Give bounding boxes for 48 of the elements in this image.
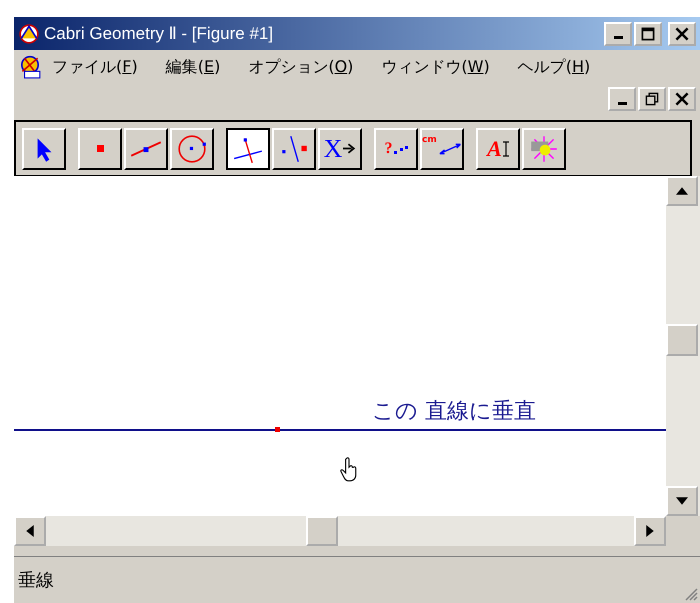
unit-label: cm xyxy=(422,136,437,144)
close-button[interactable] xyxy=(668,22,696,46)
menu-item[interactable]: ウィンドウ(W) xyxy=(381,56,490,78)
document-figure-icon xyxy=(18,55,42,79)
right-arrow-icon xyxy=(343,143,356,154)
maximize-icon xyxy=(641,26,655,40)
circle-icon xyxy=(176,132,208,164)
restore-icon xyxy=(645,92,659,106)
maximize-button[interactable] xyxy=(634,22,662,46)
double-arrow-icon xyxy=(438,142,462,156)
document-close-button[interactable] xyxy=(668,87,696,111)
question-mark-label: ? xyxy=(384,140,392,156)
minimize-icon xyxy=(614,36,622,39)
document-restore-button[interactable] xyxy=(638,87,666,111)
text-cursor-icon xyxy=(502,140,509,156)
line-hint-label: この 直線に垂直 xyxy=(372,398,536,426)
tool-button[interactable]: X xyxy=(318,128,362,170)
close-icon xyxy=(675,26,689,40)
scroll-left-button[interactable] xyxy=(14,516,46,546)
scroll-thumb[interactable] xyxy=(666,324,698,356)
text-tool-label: A xyxy=(487,138,502,160)
close-icon xyxy=(675,92,689,106)
resize-grip-icon xyxy=(684,587,698,601)
line-segment-icon xyxy=(130,140,162,156)
right-arrow-icon xyxy=(646,525,654,537)
point-icon xyxy=(96,145,104,152)
scroll-up-button[interactable] xyxy=(666,176,698,206)
menu-item[interactable]: ヘルプ(H) xyxy=(518,56,590,78)
minimize-button[interactable] xyxy=(604,22,632,46)
macro-tool-label: X xyxy=(324,136,342,162)
menu-item[interactable]: ファイル(F) xyxy=(52,56,138,78)
document-minimize-button[interactable] xyxy=(608,87,636,111)
down-arrow-icon xyxy=(676,497,688,505)
hand-pointer-icon xyxy=(340,457,358,482)
left-arrow-icon xyxy=(26,525,34,537)
compass-circle-icon xyxy=(18,22,40,44)
window-title: Cabri Geometry Ⅱ - [Figure #1] xyxy=(44,23,274,44)
status-text: 垂線 xyxy=(18,569,54,592)
minimize-icon xyxy=(618,102,626,104)
scroll-down-button[interactable] xyxy=(666,486,698,516)
menu-item[interactable]: 編集(E) xyxy=(166,56,220,78)
menu-item[interactable]: オプション(O) xyxy=(248,56,354,78)
scroll-right-button[interactable] xyxy=(634,516,666,546)
scroll-thumb[interactable] xyxy=(306,516,338,546)
tool-button[interactable] xyxy=(226,128,270,170)
horizontal-scrollbar[interactable] xyxy=(14,516,666,546)
vertical-scrollbar[interactable] xyxy=(666,176,700,516)
up-arrow-icon xyxy=(676,187,688,195)
